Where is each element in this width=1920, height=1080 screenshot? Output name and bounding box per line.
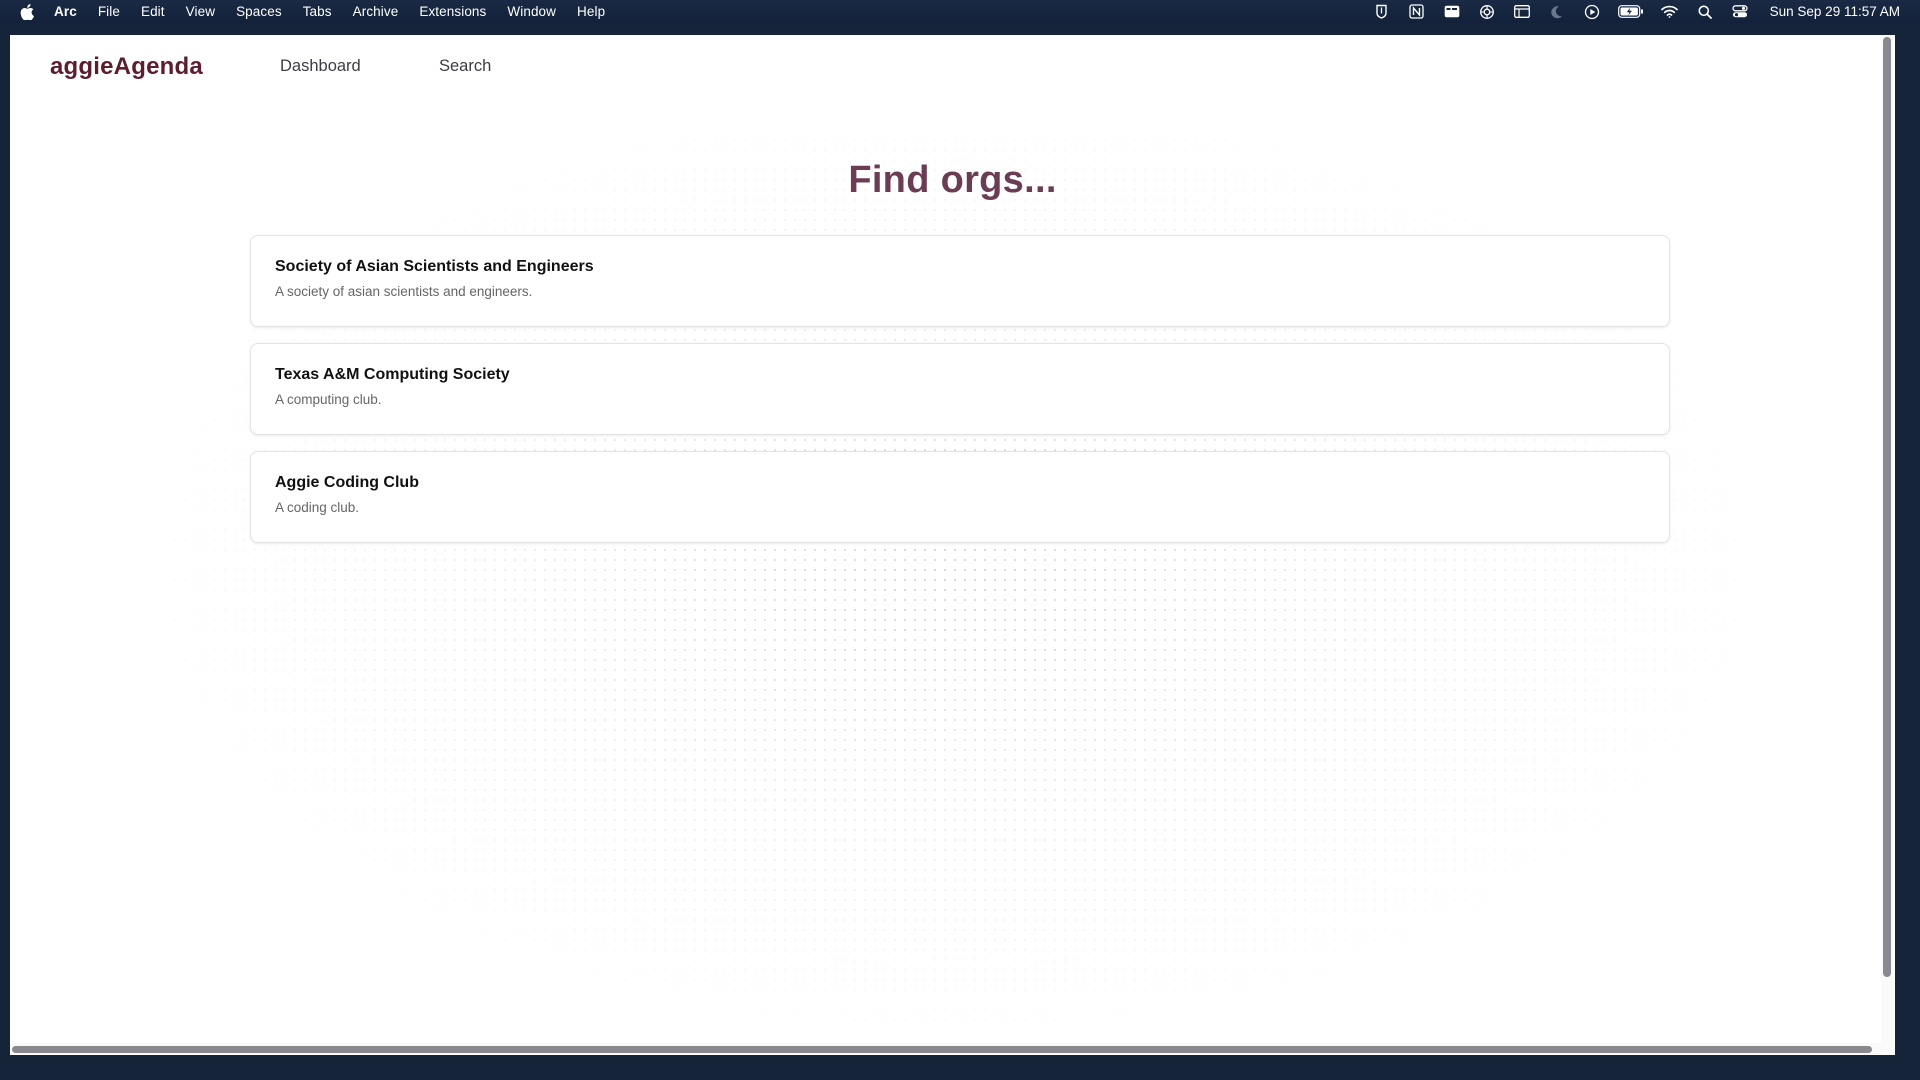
menu-extensions[interactable]: Extensions <box>419 4 486 19</box>
window-icon[interactable] <box>1513 4 1531 20</box>
org-list: Society of Asian Scientists and Engineer… <box>250 235 1670 559</box>
nav-dashboard-link[interactable]: Dashboard <box>280 57 361 76</box>
org-name: Texas A&M Computing Society <box>275 366 510 383</box>
menu-window[interactable]: Window <box>507 4 556 19</box>
menu-tabs[interactable]: Tabs <box>303 4 332 19</box>
play-icon[interactable] <box>1583 4 1601 20</box>
battery-icon[interactable] <box>1617 4 1644 20</box>
menu-help[interactable]: Help <box>577 4 605 19</box>
menu-bar-clock[interactable]: Sun Sep 29 11:57 AM <box>1770 4 1900 19</box>
menu-arc[interactable]: Arc <box>54 4 77 19</box>
browser-window: aggieAgenda Dashboard Search Find orgs..… <box>10 35 1895 1055</box>
shield-icon[interactable] <box>1373 4 1391 20</box>
notion-icon[interactable] <box>1408 4 1426 20</box>
horizontal-scrollbar[interactable] <box>10 1043 1882 1055</box>
org-card[interactable]: Aggie Coding Club A coding club. <box>250 451 1670 543</box>
chatgpt-icon[interactable] <box>1478 4 1496 20</box>
menu-edit[interactable]: Edit <box>141 4 165 19</box>
org-card[interactable]: Society of Asian Scientists and Engineer… <box>250 235 1670 327</box>
page-title: Find orgs... <box>848 159 1057 201</box>
apple-icon[interactable] <box>16 0 38 23</box>
org-description: A computing club. <box>275 392 382 407</box>
vertical-scrollbar-thumb[interactable] <box>1883 37 1891 977</box>
wifi-icon[interactable] <box>1661 4 1679 20</box>
horizontal-scrollbar-thumb[interactable] <box>12 1046 1872 1053</box>
moon-icon[interactable] <box>1548 4 1566 20</box>
menu-file[interactable]: File <box>98 4 120 19</box>
menu-view[interactable]: View <box>186 4 215 19</box>
org-card[interactable]: Texas A&M Computing Society A computing … <box>250 343 1670 435</box>
brand-logo[interactable]: aggieAgenda <box>50 53 203 81</box>
top-nav: aggieAgenda Dashboard Search <box>10 35 1895 135</box>
status-tray: Sun Sep 29 11:57 AM <box>1373 0 1920 23</box>
menu-spaces[interactable]: Spaces <box>236 4 282 19</box>
nav-search-link[interactable]: Search <box>439 57 491 76</box>
control-center-icon[interactable] <box>1731 4 1749 20</box>
card-icon[interactable] <box>1443 4 1461 20</box>
vertical-scrollbar[interactable] <box>1881 35 1893 1050</box>
org-description: A coding club. <box>275 500 360 515</box>
org-description: A society of asian scientists and engine… <box>275 284 533 299</box>
org-name: Aggie Coding Club <box>275 474 419 491</box>
search-icon[interactable] <box>1696 4 1714 20</box>
menu-archive[interactable]: Archive <box>353 4 399 19</box>
menu-bar: Arc File Edit View Spaces Tabs Archive E… <box>0 0 1920 23</box>
org-name: Society of Asian Scientists and Engineer… <box>275 258 594 275</box>
